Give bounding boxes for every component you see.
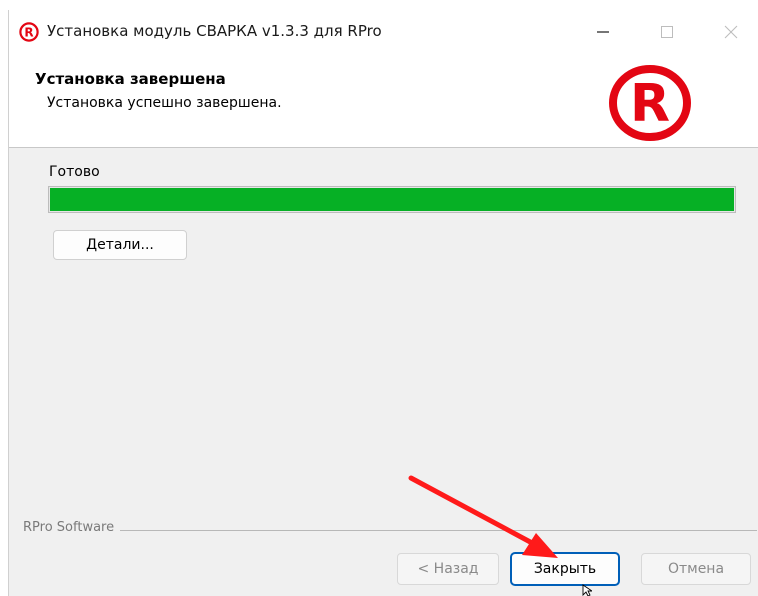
window-title: Установка модуль СВАРКА v1.3.3 для RPro bbox=[47, 22, 382, 40]
page-title: Установка завершена bbox=[35, 70, 226, 88]
rpro-logo-icon: R bbox=[609, 65, 691, 141]
close-window-button[interactable] bbox=[703, 10, 758, 54]
minimize-button[interactable] bbox=[575, 10, 631, 54]
mouse-cursor-icon bbox=[582, 584, 592, 596]
minimize-icon bbox=[597, 31, 609, 33]
details-button[interactable]: Детали... bbox=[53, 230, 187, 260]
progress-fill bbox=[50, 188, 734, 211]
svg-text:R: R bbox=[630, 74, 670, 134]
cancel-button[interactable]: Отмена bbox=[641, 553, 751, 585]
footer-divider bbox=[23, 530, 757, 531]
progress-bar bbox=[48, 186, 736, 213]
installer-window: R Установка модуль СВАРКА v1.3.3 для RPr… bbox=[8, 10, 758, 596]
close-icon bbox=[724, 25, 738, 39]
brand-label: RPro Software bbox=[23, 520, 121, 535]
svg-text:R: R bbox=[24, 26, 33, 40]
back-button[interactable]: < Назад bbox=[397, 553, 499, 585]
maximize-icon bbox=[661, 26, 673, 38]
status-label: Готово bbox=[49, 164, 100, 180]
title-bar[interactable]: R Установка модуль СВАРКА v1.3.3 для RPr… bbox=[9, 10, 758, 54]
wizard-header: Установка завершена Установка успешно за… bbox=[9, 54, 758, 148]
page-subtitle: Установка успешно завершена. bbox=[47, 95, 282, 111]
rpro-logo-icon: R bbox=[19, 22, 39, 42]
maximize-button[interactable] bbox=[639, 10, 695, 54]
close-button[interactable]: Закрыть bbox=[510, 552, 620, 586]
